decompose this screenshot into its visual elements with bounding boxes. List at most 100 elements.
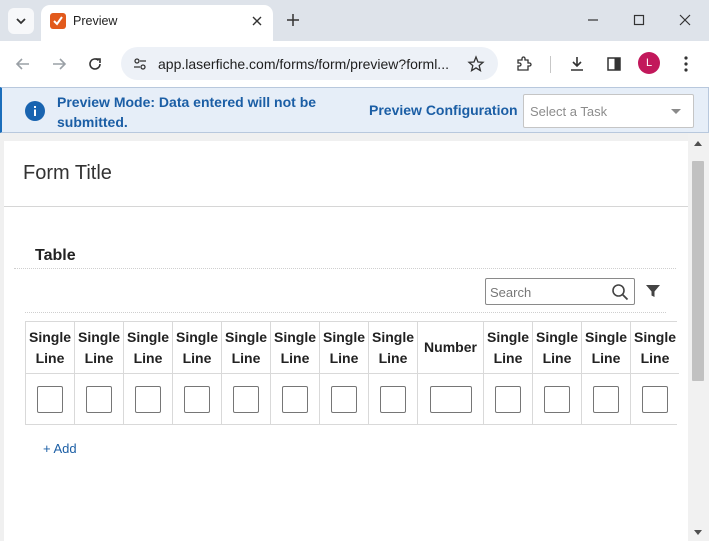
url-text[interactable]: app.laserfiche.com/forms/form/preview?fo…	[158, 56, 449, 72]
single-line-field[interactable]	[593, 385, 619, 413]
column-header-line2: Line	[542, 349, 572, 366]
column-header: Single Line	[271, 322, 319, 374]
extensions-puzzle-icon[interactable]	[510, 50, 538, 78]
search-icon[interactable]	[609, 281, 631, 303]
column-header-line1: Single	[77, 328, 120, 345]
add-row-link[interactable]: + Add	[43, 441, 77, 456]
back-arrow-icon[interactable]	[9, 50, 37, 78]
column-header-label: Single Line	[274, 327, 316, 369]
number-field[interactable]	[429, 385, 472, 413]
single-line-field[interactable]	[642, 385, 668, 413]
column-header: Single Line	[26, 322, 74, 374]
column-header-line1: Single	[28, 328, 71, 345]
minimize-icon[interactable]	[579, 7, 607, 33]
table-column: Single Line	[172, 322, 221, 424]
table-cell	[320, 374, 368, 424]
column-header-line1: Number	[424, 339, 477, 355]
table-cell	[631, 374, 679, 424]
column-header-line1: Single	[126, 328, 169, 345]
side-panel-icon[interactable]	[600, 50, 628, 78]
column-header-label: Single Line	[29, 327, 71, 369]
column-header-line1: Single	[584, 328, 627, 345]
laserfiche-favicon-icon	[50, 13, 66, 29]
vertical-scrollbar[interactable]	[688, 133, 709, 541]
form-title: Form Title	[23, 162, 112, 184]
column-header-label: Single Line	[323, 327, 365, 369]
table-section-title: Table	[35, 247, 76, 264]
table-column: Single Line	[123, 322, 172, 424]
table-column: Single Line	[483, 322, 532, 424]
column-header: Single Line	[582, 322, 630, 374]
table-column: Single Line	[25, 322, 74, 424]
single-line-field[interactable]	[544, 385, 570, 413]
single-line-field[interactable]	[331, 385, 357, 413]
column-header-label: Single Line	[78, 327, 120, 369]
single-line-field[interactable]	[495, 385, 521, 413]
table-cell	[26, 374, 74, 424]
address-bar[interactable]: app.laserfiche.com/forms/form/preview?fo…	[121, 47, 498, 80]
column-header-line2: Line	[591, 349, 621, 366]
scrollbar-thumb[interactable]	[692, 161, 704, 381]
table-cell	[173, 374, 221, 424]
single-line-field[interactable]	[184, 385, 210, 413]
column-header: Single Line	[75, 322, 123, 374]
single-line-field[interactable]	[380, 385, 406, 413]
column-header-label: Single Line	[372, 327, 414, 369]
column-header: Single Line	[369, 322, 417, 374]
preview-banner: Preview Mode: Data entered will not be s…	[0, 87, 709, 133]
chevron-down-icon	[16, 18, 26, 25]
table-cell	[418, 374, 483, 424]
column-header-label: Number	[424, 337, 477, 358]
new-tab-icon[interactable]	[283, 10, 303, 30]
single-line-field[interactable]	[135, 385, 161, 413]
column-header-line1: Single	[273, 328, 316, 345]
browser-toolbar: app.laserfiche.com/forms/form/preview?fo…	[0, 41, 709, 87]
single-line-field[interactable]	[86, 385, 112, 413]
table-column: Single Line	[630, 322, 679, 424]
table-column: Single Line	[270, 322, 319, 424]
filter-icon[interactable]	[643, 281, 663, 301]
reload-icon[interactable]	[81, 50, 109, 78]
column-header: Single Line	[124, 322, 172, 374]
table-column: Single Line	[319, 322, 368, 424]
toolbar-separator	[550, 56, 551, 73]
column-header: Single Line	[484, 322, 532, 374]
column-header-line2: Line	[84, 349, 114, 366]
site-settings-icon[interactable]	[130, 54, 150, 74]
page-viewport: Form Title Table Single Line Single Line Sin…	[0, 133, 709, 541]
single-line-field[interactable]	[233, 385, 259, 413]
menu-kebab-icon[interactable]	[672, 50, 700, 78]
column-header-label: Single Line	[176, 327, 218, 369]
table-search-input[interactable]	[490, 283, 608, 301]
forward-arrow-icon[interactable]	[45, 50, 73, 78]
select-task-dropdown[interactable]: Select a Task	[523, 94, 694, 128]
scroll-up-arrow-icon[interactable]	[694, 141, 702, 146]
single-line-field[interactable]	[37, 385, 63, 413]
scroll-down-arrow-icon[interactable]	[694, 530, 702, 535]
column-header-line1: Single	[486, 328, 529, 345]
tab-search-button[interactable]	[8, 8, 34, 34]
table-cell	[124, 374, 172, 424]
tab-close-icon[interactable]	[249, 13, 265, 29]
column-header-line1: Single	[322, 328, 365, 345]
single-line-field[interactable]	[282, 385, 308, 413]
table-column: Single Line	[532, 322, 581, 424]
column-header-line2: Line	[329, 349, 359, 366]
column-header-line2: Line	[378, 349, 408, 366]
table-column: Number	[417, 322, 483, 424]
column-header-label: Single Line	[585, 327, 627, 369]
column-header-line2: Line	[280, 349, 310, 366]
profile-avatar[interactable]: L	[638, 52, 660, 74]
table-column: Single Line	[368, 322, 417, 424]
bookmark-star-icon[interactable]	[466, 54, 486, 74]
download-icon[interactable]	[563, 50, 591, 78]
column-header-label: Single Line	[634, 327, 676, 369]
window-close-icon[interactable]	[671, 7, 699, 33]
column-header-label: Single Line	[225, 327, 267, 369]
table-cell	[222, 374, 270, 424]
column-header-line1: Single	[175, 328, 218, 345]
column-header-label: Single Line	[536, 327, 578, 369]
maximize-icon[interactable]	[625, 7, 653, 33]
column-header: Single Line	[631, 322, 679, 374]
browser-tab[interactable]: Preview	[41, 5, 273, 41]
